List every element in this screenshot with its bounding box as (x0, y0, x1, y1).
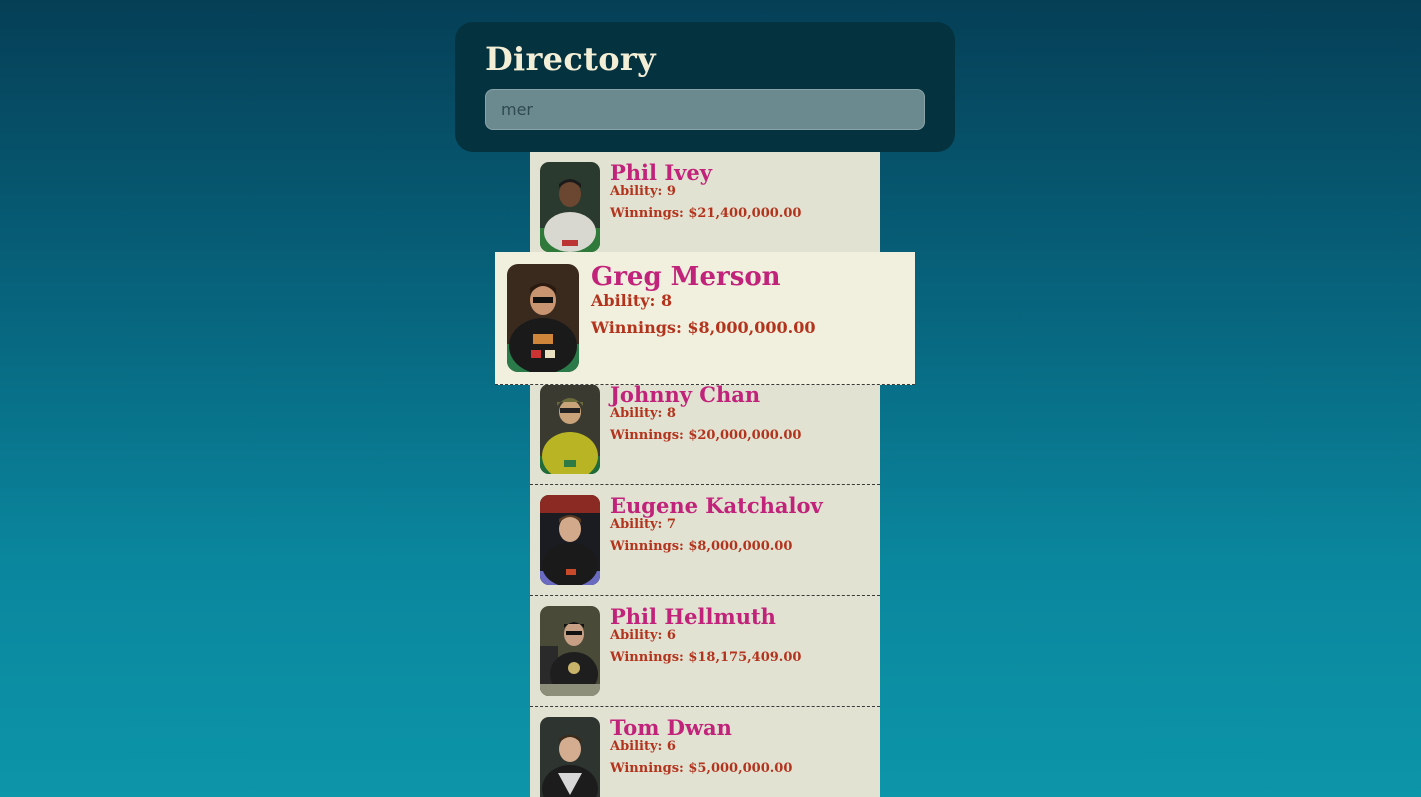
player-card-johnny-chan[interactable]: Johnny Chan Ability: 8 Winnings: $20,000… (530, 374, 880, 485)
player-photo (540, 162, 600, 252)
directory-header: Directory (455, 22, 955, 152)
player-name: Phil Hellmuth (610, 604, 776, 629)
player-winnings: Winnings: $18,175,409.00 (610, 650, 802, 665)
player-winnings: Winnings: $8,000,000.00 (591, 318, 816, 337)
player-photo (540, 717, 600, 797)
player-winnings: Winnings: $20,000,000.00 (610, 428, 802, 443)
player-card-phil-hellmuth[interactable]: Phil Hellmuth Ability: 6 Winnings: $18,1… (530, 596, 880, 707)
player-ability: Ability: 6 (610, 739, 676, 754)
page-title: Directory (485, 40, 656, 78)
player-list: Phil Ivey Ability: 9 Winnings: $21,400,0… (530, 152, 880, 797)
player-ability: Ability: 9 (610, 184, 676, 199)
player-ability: Ability: 8 (610, 406, 676, 421)
player-name: Tom Dwan (610, 715, 732, 740)
player-ability: Ability: 7 (610, 517, 676, 532)
player-winnings: Winnings: $21,400,000.00 (610, 206, 802, 221)
player-ability: Ability: 8 (591, 291, 673, 310)
player-name: Phil Ivey (610, 160, 712, 185)
player-winnings: Winnings: $5,000,000.00 (610, 761, 793, 776)
player-ability: Ability: 6 (610, 628, 676, 643)
player-card-greg-merson[interactable]: Greg Merson Ability: 8 Winnings: $8,000,… (495, 252, 915, 385)
player-name: Eugene Katchalov (610, 493, 823, 518)
player-card-tom-dwan[interactable]: Tom Dwan Ability: 6 Winnings: $5,000,000… (530, 707, 880, 797)
player-name: Greg Merson (591, 262, 781, 292)
player-winnings: Winnings: $8,000,000.00 (610, 539, 793, 554)
player-photo (540, 606, 600, 696)
player-name: Johnny Chan (610, 382, 761, 407)
player-photo (540, 495, 600, 585)
player-card-phil-ivey[interactable]: Phil Ivey Ability: 9 Winnings: $21,400,0… (530, 152, 880, 263)
player-card-eugene-katchalov[interactable]: Eugene Katchalov Ability: 7 Winnings: $8… (530, 485, 880, 596)
search-input[interactable] (485, 89, 925, 130)
player-photo (507, 264, 579, 372)
player-photo (540, 384, 600, 474)
